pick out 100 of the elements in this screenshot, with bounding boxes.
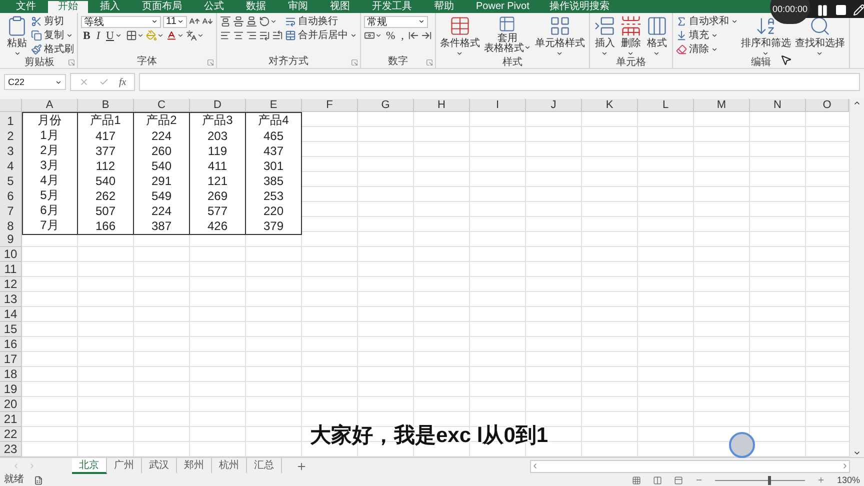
row-header[interactable]: 14 (0, 307, 22, 322)
column-header[interactable]: J (526, 99, 582, 112)
column-header[interactable]: M (694, 99, 750, 112)
column-header[interactable]: F (302, 99, 358, 112)
row-header[interactable]: 10 (0, 247, 22, 262)
row-header[interactable]: 18 (0, 367, 22, 382)
ribbon-tab[interactable]: 开发工具 (362, 1, 422, 13)
row-header[interactable]: 17 (0, 352, 22, 367)
tell-me-search[interactable]: 操作说明搜索 (541, 1, 610, 13)
ribbon-tab[interactable]: 页面布局 (132, 1, 192, 13)
dropdown-field[interactable]: 11 (163, 16, 187, 28)
ribbon-tab[interactable]: 开始 (48, 1, 88, 13)
row-header[interactable]: 23 (0, 442, 22, 457)
icon-button[interactable] (233, 30, 244, 41)
icon-button[interactable] (272, 30, 283, 41)
page-break-icon[interactable] (674, 476, 683, 484)
row-header[interactable]: 21 (0, 412, 22, 427)
ribbon-button[interactable]: 合并后居中 (285, 30, 357, 42)
zoom-level[interactable]: 130% (836, 475, 860, 485)
column-header[interactable]: B (78, 99, 134, 112)
dialog-launcher-icon[interactable] (351, 59, 358, 66)
column-header[interactable]: L (638, 99, 694, 112)
row-header[interactable]: 15 (0, 322, 22, 337)
ribbon-button[interactable]: 自动换行 (285, 16, 338, 28)
icon-button[interactable] (186, 30, 204, 41)
icon-button[interactable] (364, 30, 382, 41)
format-button[interactable]: B (81, 30, 92, 42)
row-header[interactable]: 11 (0, 262, 22, 277)
sheet-tab[interactable]: 北京 (72, 458, 107, 474)
scroll-right-icon[interactable] (841, 462, 849, 470)
column-header[interactable]: I (470, 99, 526, 112)
ribbon-tab[interactable]: 帮助 (424, 1, 464, 13)
ribbon-button[interactable]: 删除 (618, 15, 643, 57)
ribbon-button[interactable]: 单元格样式 (534, 15, 586, 57)
dialog-launcher-icon[interactable] (426, 59, 433, 66)
ribbon-button[interactable]: 剪切 (31, 16, 64, 28)
zoom-in-icon[interactable] (816, 476, 825, 484)
dropdown-field[interactable]: 常规 (364, 16, 428, 28)
macro-record-icon[interactable] (34, 476, 43, 484)
dialog-launcher-icon[interactable] (68, 59, 75, 66)
row-header[interactable]: 13 (0, 292, 22, 307)
ribbon-tab[interactable]: 视图 (320, 1, 360, 13)
pause-icon[interactable] (816, 4, 829, 17)
stop-icon[interactable] (835, 4, 847, 16)
ribbon-button[interactable]: 格式刷 (31, 44, 74, 56)
name-box[interactable]: C22 (4, 74, 66, 90)
dialog-launcher-icon[interactable] (207, 59, 214, 66)
column-header[interactable]: N (750, 99, 806, 112)
format-button[interactable]: , (399, 30, 406, 42)
ribbon-tab[interactable]: 文件 (6, 1, 46, 13)
column-header[interactable]: C (134, 99, 190, 112)
row-header[interactable]: 22 (0, 427, 22, 442)
icon-button[interactable] (166, 30, 184, 41)
formula-input[interactable] (139, 73, 860, 91)
row-header[interactable]: 20 (0, 397, 22, 412)
normal-view-icon[interactable] (632, 476, 641, 484)
column-header[interactable]: A (22, 99, 78, 112)
scroll-up-icon[interactable] (853, 99, 861, 107)
page-layout-icon[interactable] (652, 476, 662, 484)
ribbon-button[interactable]: 套用 表格格式 (482, 15, 532, 54)
ribbon-button[interactable]: 清除 (676, 44, 718, 56)
pen-icon[interactable] (853, 4, 864, 16)
icon-button[interactable] (246, 30, 257, 41)
icon-button[interactable] (233, 16, 244, 27)
icon-button[interactable] (408, 30, 419, 41)
row-header[interactable]: 19 (0, 382, 22, 397)
format-button[interactable]: U (104, 30, 124, 42)
column-header[interactable]: H (414, 99, 470, 112)
column-header[interactable]: G (358, 99, 414, 112)
dropdown-field[interactable]: 等线 (81, 16, 161, 28)
zoom-thumb[interactable] (768, 476, 771, 484)
ribbon-tab[interactable]: 数据 (236, 1, 276, 13)
column-header[interactable]: D (190, 99, 246, 112)
ribbon-button[interactable]: 条件格式 (438, 15, 481, 57)
icon-button[interactable] (246, 16, 257, 27)
icon-button[interactable] (220, 16, 231, 27)
icon-button[interactable] (202, 16, 213, 27)
add-sheet-button[interactable] (296, 460, 307, 472)
format-button[interactable]: % (384, 30, 398, 42)
scroll-down-icon[interactable] (853, 449, 861, 457)
icon-button[interactable] (126, 30, 144, 41)
ribbon-tab[interactable]: Power Pivot (466, 1, 540, 13)
column-header[interactable]: K (582, 99, 638, 112)
icon-button[interactable] (189, 16, 200, 27)
insert-function-button[interactable]: fx (119, 76, 126, 88)
ribbon-button[interactable]: 自动求和 (676, 16, 738, 28)
icon-button[interactable] (420, 30, 432, 41)
column-header[interactable]: E (246, 99, 302, 112)
format-button[interactable]: I (94, 30, 102, 42)
ribbon-button[interactable]: 插入 (592, 15, 617, 57)
icon-button[interactable] (220, 30, 231, 41)
ribbon-button[interactable]: 复制 (31, 30, 73, 42)
row-header[interactable]: 16 (0, 337, 22, 352)
icon-button[interactable] (259, 30, 270, 41)
ribbon-button[interactable]: 格式 (644, 15, 669, 57)
ribbon-tab[interactable]: 审阅 (278, 1, 318, 13)
ribbon-tab[interactable]: 公式 (194, 1, 234, 13)
check-icon[interactable] (99, 77, 109, 87)
column-header[interactable]: O (806, 99, 849, 112)
icon-button[interactable] (259, 16, 277, 27)
